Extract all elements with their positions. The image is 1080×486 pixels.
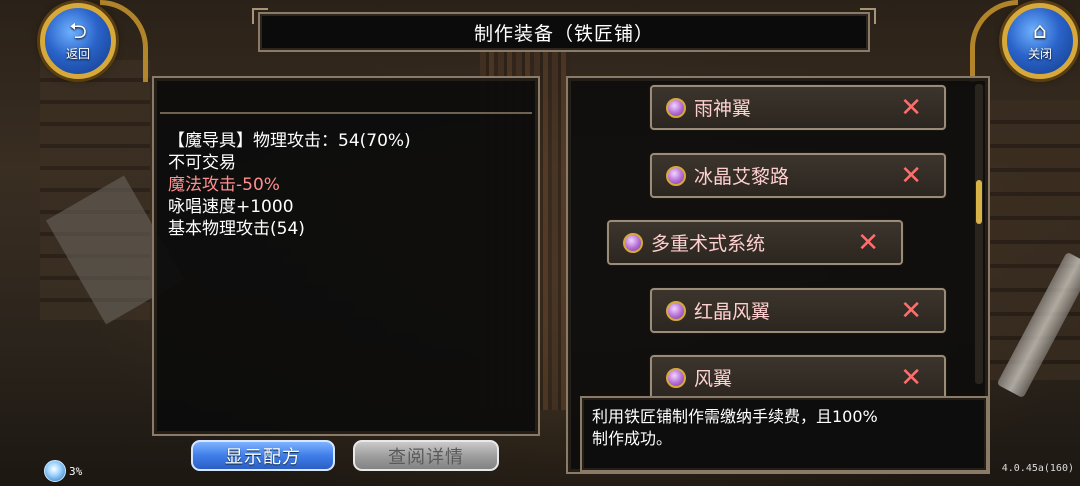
- recipe-list-scrollbar[interactable]: [975, 84, 983, 384]
- x-icon[interactable]: ✕: [857, 228, 879, 258]
- return-arrow-icon: ⮌: [69, 18, 87, 44]
- close-button-label: 关闭: [1027, 46, 1052, 61]
- back-button[interactable]: ⮌ 返回: [40, 3, 116, 79]
- recipe-item-selected[interactable]: 多重术式系统 ✕: [607, 220, 903, 265]
- message-line: 利用铁匠铺制作需缴纳手续费，且100%: [592, 407, 878, 426]
- recipe-name: 风翼: [694, 368, 733, 390]
- x-icon[interactable]: ✕: [900, 161, 922, 191]
- recipe-item[interactable]: 冰晶艾黎路 ✕: [650, 153, 946, 198]
- loading-percent: 3%: [69, 464, 83, 478]
- item-stat-line: 咏唱速度+1000: [168, 197, 294, 217]
- back-button-label: 返回: [65, 46, 90, 61]
- purple-gem-icon: [666, 300, 686, 321]
- recipe-item[interactable]: 雨神翼 ✕: [650, 85, 946, 130]
- message-line: 制作成功。: [592, 429, 673, 448]
- purple-gem-icon: [623, 232, 643, 253]
- x-icon[interactable]: ✕: [900, 93, 922, 123]
- house-icon: ⌂: [1033, 18, 1047, 44]
- scrollbar-thumb[interactable]: [976, 180, 982, 224]
- purple-gem-icon: [666, 97, 686, 118]
- item-stats: 【魔导具】物理攻击：54(70%) 不可交易 魔法攻击-50% 咏唱速度+100…: [168, 130, 411, 240]
- loading-status: 3%: [44, 460, 82, 482]
- recipe-item[interactable]: 风翼 ✕: [650, 355, 946, 400]
- recipe-name: 冰晶艾黎路: [694, 166, 790, 188]
- item-stat-line: 基本物理攻击(54): [168, 219, 305, 239]
- message-box: 利用铁匠铺制作需缴纳手续费，且100% 制作成功。: [580, 396, 988, 472]
- item-stat-line: 不可交易: [168, 153, 236, 173]
- close-button[interactable]: ⌂ 关闭: [1002, 3, 1078, 79]
- window-title: 制作装备（铁匠铺）: [473, 22, 654, 45]
- x-icon[interactable]: ✕: [900, 363, 922, 393]
- show-recipe-button[interactable]: 显示配方: [191, 440, 335, 471]
- purple-gem-icon: [666, 367, 686, 388]
- view-details-button[interactable]: 查阅详情: [353, 440, 499, 471]
- recipe-name: 红晶风翼: [694, 301, 771, 323]
- purple-gem-icon: [666, 165, 686, 186]
- x-icon[interactable]: ✕: [900, 296, 922, 326]
- recipe-item[interactable]: 红晶风翼 ✕: [650, 288, 946, 333]
- version-label: 4.0.45a(160): [1001, 463, 1074, 474]
- loading-circle-icon: [44, 460, 66, 482]
- item-stat-line: 【魔导具】物理攻击：54(70%): [168, 131, 411, 151]
- recipe-name: 雨神翼: [694, 98, 752, 120]
- recipe-name: 多重术式系统: [651, 233, 766, 255]
- window-title-bar: 制作装备（铁匠铺）: [252, 8, 876, 52]
- panel-divider: [160, 112, 532, 114]
- item-stat-line: 魔法攻击-50%: [168, 175, 280, 195]
- item-info-panel: 【魔导具】物理攻击：54(70%) 不可交易 魔法攻击-50% 咏唱速度+100…: [152, 76, 540, 436]
